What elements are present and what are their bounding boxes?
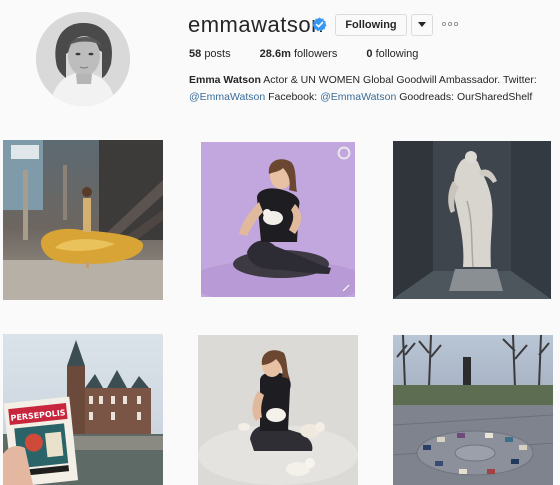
chevron-down-icon — [418, 22, 426, 27]
followers-count: 28.6m — [259, 48, 291, 60]
following-count: 0 — [366, 48, 373, 60]
verified-badge-icon — [312, 17, 327, 32]
followers-stat[interactable]: 28.6m followers — [260, 48, 338, 60]
post-thumbnail[interactable] — [201, 142, 355, 297]
facebook-link[interactable]: @EmmaWatson — [320, 91, 396, 103]
post-thumbnail[interactable] — [393, 141, 551, 299]
video-icon — [337, 146, 351, 160]
post-thumbnail[interactable] — [198, 335, 358, 485]
bio-text: Goodreads: OurSharedShelf — [396, 91, 533, 103]
bio-text: Actor & UN WOMEN Global Goodwill Ambassa… — [260, 74, 537, 86]
post-thumbnail[interactable] — [393, 335, 553, 485]
following-stat[interactable]: 0 following — [366, 48, 418, 60]
posts-stat: 58 posts — [189, 48, 231, 60]
bio-full-name: Emma Watson — [189, 74, 261, 86]
bio-text: Facebook: — [265, 91, 321, 103]
profile-avatar[interactable] — [36, 12, 130, 106]
followers-label: followers — [293, 48, 338, 60]
profile-stats: 58 posts 28.6m followers 0 following — [189, 48, 444, 60]
twitter-link[interactable]: @EmmaWatson — [189, 91, 265, 103]
following-button[interactable]: Following — [335, 14, 407, 36]
profile-username: emmawatson — [188, 12, 324, 37]
post-thumbnail[interactable]: PERSEPOLIS — [3, 334, 163, 485]
profile-bio: Emma Watson Actor & UN WOMEN Global Good… — [189, 72, 549, 106]
posts-label: posts — [204, 48, 231, 60]
post-thumbnail[interactable] — [3, 140, 163, 300]
posts-count: 58 — [189, 48, 202, 60]
more-options-button[interactable] — [441, 17, 459, 31]
more-options-icon — [442, 22, 458, 26]
following-label: following — [375, 48, 419, 60]
suggestions-dropdown-button[interactable] — [411, 14, 433, 36]
